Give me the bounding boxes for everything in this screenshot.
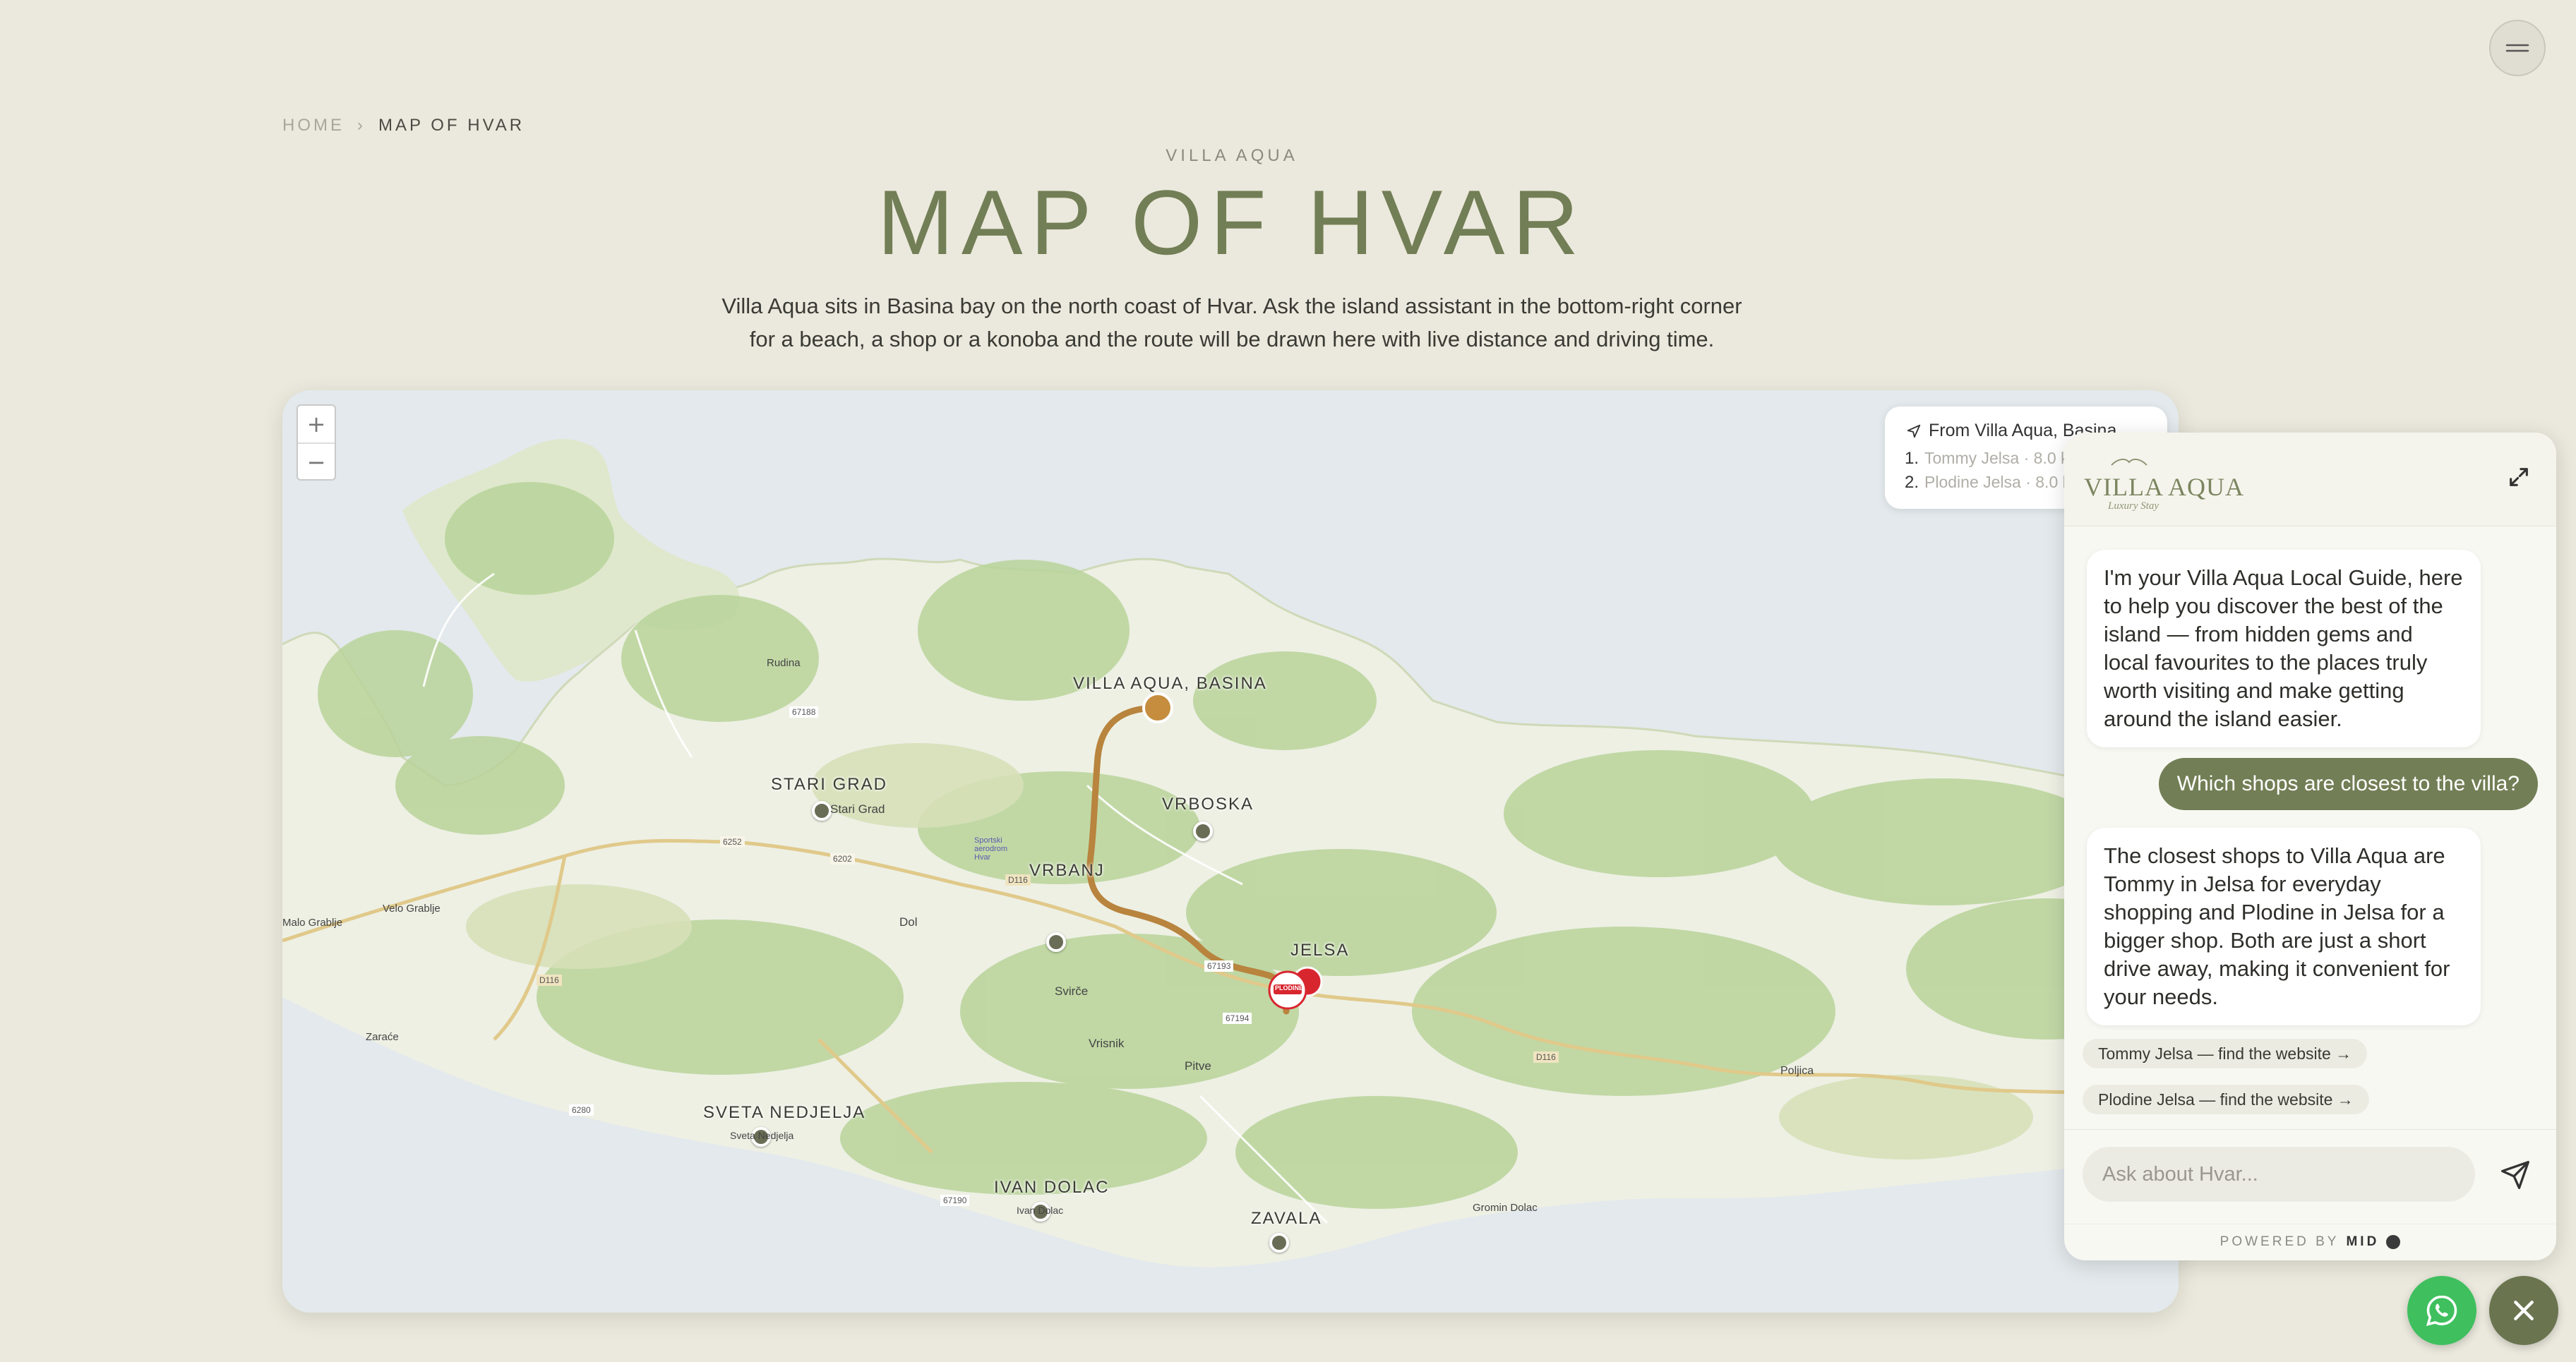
map-label-small: Gromin Dolac (1473, 1202, 1538, 1214)
map-label-small: Vrisnik (1089, 1037, 1125, 1050)
breadcrumb-current: MAP OF HVAR (378, 116, 525, 135)
chat-panel: VILLA AQUA Luxury Stay I'm your Villa Aq… (2064, 433, 2556, 1260)
chat-input-area (2064, 1129, 2556, 1224)
road-label: 6252 (720, 836, 745, 848)
whatsapp-button[interactable] (2407, 1276, 2476, 1345)
send-icon[interactable] (2500, 1159, 2531, 1191)
page-intro: Villa Aqua sits in Basina bay on the nor… (721, 294, 1742, 351)
route-item-number: 2. (1905, 473, 1919, 492)
route-item-number: 1. (1905, 449, 1919, 468)
place-label-stari-grad: STARI GRAD (771, 775, 887, 794)
villa-aqua-logo: VILLA AQUA Luxury Stay (2084, 450, 2243, 517)
logo-text: VILLA AQUA (2084, 473, 2244, 501)
place-label-vrbanj: VRBANJ (1029, 861, 1105, 880)
road-label: 67193 (1204, 960, 1234, 972)
user-message: Which shops are closest to the villa? (2158, 758, 2538, 810)
map-label-small: Malo Grablje (282, 917, 343, 929)
page-eyebrow: VILLA AQUA (1166, 146, 1298, 165)
road-label: D116 (537, 975, 562, 986)
breadcrumb-separator: › (357, 116, 366, 135)
road-label: 6202 (830, 853, 855, 864)
suggestion-chip-tommy[interactable]: Tommy Jelsa — find the website → (2083, 1039, 2368, 1068)
breadcrumb: HOME › MAP OF HVAR (282, 116, 525, 135)
place-label-jelsa: JELSA (1290, 941, 1350, 960)
map-label-small: Sveta Nedjelja (730, 1130, 794, 1141)
map-pin-stari-grad[interactable] (812, 801, 832, 821)
navigation-icon (1907, 424, 1921, 438)
place-label-zavala: ZAVALA (1251, 1209, 1322, 1228)
bot-message: I'm your Villa Aqua Local Guide, here to… (2087, 550, 2481, 747)
logo-leaf-icon (2111, 458, 2147, 466)
expand-icon[interactable] (2507, 465, 2531, 489)
bot-message: The closest shops to Villa Aqua are Tomm… (2087, 828, 2481, 1025)
map-terrain (282, 439, 2179, 1313)
page-title: MAP OF HVAR (877, 171, 1587, 274)
close-icon (2514, 1301, 2534, 1320)
road-label: D116 (1533, 1051, 1559, 1063)
route-item[interactable]: 2. Plodine Jelsa · 8.0 km (1905, 473, 2084, 493)
plodine-marker-label[interactable]: PLODINE (1275, 984, 1303, 992)
suggestion-chip-plodine[interactable]: Plodine Jelsa — find the website → (2083, 1085, 2369, 1114)
whatsapp-icon (2426, 1295, 2457, 1326)
close-chat-button[interactable] (2489, 1276, 2558, 1345)
map-label-small: Poljica (1780, 1065, 1814, 1077)
map[interactable]: PLODINE + − VILLA AQUA, BASINA STARI GRA… (282, 390, 2179, 1313)
map-pin-zavala[interactable] (1269, 1233, 1289, 1253)
menu-icon (2505, 44, 2529, 52)
route-item-text: Plodine Jelsa · 8.0 km (1924, 473, 2085, 491)
map-label-small: Dol (899, 915, 918, 929)
route-item[interactable]: 1. Tommy Jelsa · 8.0 km (1905, 449, 2083, 469)
logo-subtext: Luxury Stay (2108, 500, 2159, 512)
zoom-control: + − (296, 404, 336, 481)
powered-by-brand[interactable]: MID (2346, 1234, 2379, 1250)
map-label-small: Stari Grad (830, 802, 885, 816)
map-label-small: Pitve (1185, 1059, 1211, 1073)
road-label: D116 (1005, 874, 1031, 886)
chat-header: VILLA AQUA Luxury Stay (2064, 433, 2556, 526)
zoom-out-button[interactable]: − (298, 442, 335, 481)
place-label-villa: VILLA AQUA, BASINA (1073, 674, 1267, 693)
road-label: 67190 (940, 1195, 970, 1206)
breadcrumb-home-link[interactable]: HOME (282, 116, 345, 135)
powered-by-label: POWERED BY (2219, 1234, 2340, 1249)
place-label-sveta-nedjelja: SVETA NEDJELJA (703, 1103, 866, 1122)
place-label-vrboska: VRBOSKA (1162, 795, 1254, 814)
powered-by: POWERED BY MID (2064, 1224, 2556, 1260)
zoom-in-button[interactable]: + (298, 406, 335, 442)
brand-logo-icon (2386, 1235, 2401, 1249)
map-label-small: Svirče (1055, 984, 1089, 998)
place-label-ivan-dolac: IVAN DOLAC (994, 1178, 1110, 1197)
map-pin-vrbanj[interactable] (1046, 932, 1066, 952)
airport-label: Sportski aerodrom Hvar (974, 836, 1008, 862)
map-label-small: Zaraće (366, 1031, 399, 1043)
map-label-small: Velo Grablje (383, 903, 441, 915)
map-pin-vrboska[interactable] (1193, 821, 1213, 841)
menu-button[interactable] (2489, 20, 2546, 76)
chat-input[interactable] (2083, 1147, 2475, 1202)
road-label: 67194 (1223, 1013, 1252, 1024)
route-item-text: Tommy Jelsa · 8.0 km (1924, 449, 2083, 467)
road-label: 67188 (789, 706, 819, 718)
road-label: 6280 (569, 1104, 594, 1116)
map-label-small: Ivan Dolac (1017, 1205, 1064, 1216)
map-label-small: Rudina (767, 657, 801, 669)
